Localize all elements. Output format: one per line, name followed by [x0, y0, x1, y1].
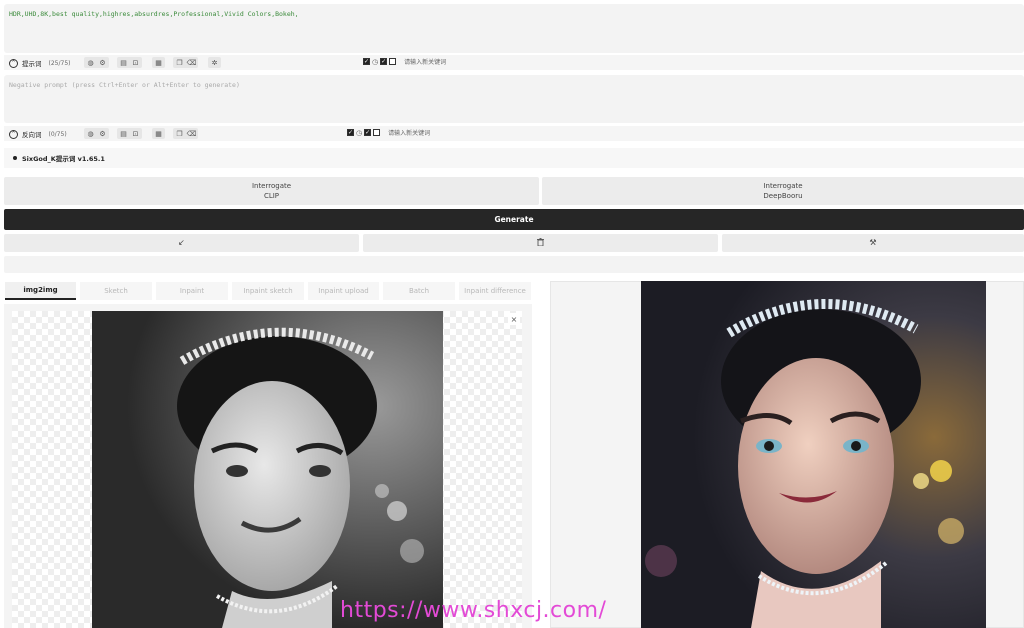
- generate-label: Generate: [494, 215, 534, 224]
- history-icon[interactable]: ▤: [118, 128, 129, 139]
- import-icon[interactable]: ⊡: [130, 128, 141, 139]
- clear-prompt-button[interactable]: [363, 234, 718, 252]
- checkbox-2[interactable]: ✓: [380, 58, 388, 65]
- trash-icon: [537, 237, 544, 249]
- collapse-icon[interactable]: ^: [9, 58, 18, 68]
- positive-toolbar-group-5: ✲: [208, 57, 221, 68]
- output-photo[interactable]: [641, 281, 986, 628]
- interrogate-deepbooru-label-2: DeepBooru: [763, 192, 803, 200]
- grid-icon[interactable]: ▦: [153, 57, 164, 68]
- close-icon: ×: [510, 314, 518, 324]
- positive-token-count: (25/75): [48, 59, 71, 67]
- extension-label: SixGod_K提示词 v1.65.1: [22, 155, 105, 163]
- magic-wand-icon: ⚒: [869, 238, 877, 247]
- negative-prompt-placeholder: Negative prompt (press Ctrl+Enter or Alt…: [9, 81, 240, 89]
- settings-icon[interactable]: ✲: [209, 57, 220, 68]
- positive-toolbar-group-2: ▤ ⊡: [117, 57, 142, 68]
- arrow-down-left-icon: ↙: [178, 238, 185, 247]
- trash-icon[interactable]: ⌫: [186, 57, 197, 68]
- positive-prompt-toolbar: ^ 提示词 (25/75) ◍ ⚙ ▤ ⊡ ▦ ❐ ⌫ ✲ ✓ ◷ ✓ 请输入新…: [4, 55, 1024, 70]
- negative-prompt-toolbar: ^ 反向词 (0/75) ◍ ⚙ ▤ ⊡ ▦ ❐ ⌫ ✓ ◷ ✓ 请输入新关键词: [4, 126, 1024, 141]
- positive-keyword-input[interactable]: 请输入新关键词: [404, 57, 446, 66]
- output-portrait-illustration: [641, 281, 986, 628]
- negative-keyword-input[interactable]: 请输入新关键词: [388, 128, 430, 137]
- gear-icon[interactable]: ⚙: [97, 128, 108, 139]
- positive-prompt-label: 提示词: [22, 60, 42, 68]
- positive-prompt-textarea[interactable]: HDR,UHD,8K,best quality,highres,absurdre…: [4, 4, 1024, 53]
- negative-keyword-area: ✓ ◷ ✓ 请输入新关键词: [347, 128, 430, 137]
- tab-inpaint-difference[interactable]: Inpaint difference: [459, 282, 531, 300]
- globe-icon[interactable]: ◍: [85, 128, 96, 139]
- checkbox-2[interactable]: ✓: [364, 129, 372, 136]
- copy-icon[interactable]: ❐: [174, 128, 185, 139]
- positive-prompt-text: HDR,UHD,8K,best quality,highres,absurdre…: [9, 10, 299, 18]
- tab-sketch[interactable]: Sketch: [80, 282, 152, 300]
- interrogate-clip-button[interactable]: Interrogate CLIP: [4, 177, 539, 205]
- positive-toolbar-group-1: ◍ ⚙: [84, 57, 109, 68]
- negative-token-count: (0/75): [48, 130, 67, 138]
- checkbox-3[interactable]: [389, 58, 397, 65]
- negative-prompt-label-row[interactable]: ^ 反向词 (0/75): [9, 129, 67, 139]
- tab-inpaint[interactable]: Inpaint: [156, 282, 228, 300]
- close-image-button[interactable]: ×: [508, 313, 520, 325]
- collapse-icon[interactable]: ^: [9, 129, 18, 139]
- negative-toolbar-group-1: ◍ ⚙: [84, 128, 109, 139]
- generate-button[interactable]: Generate: [4, 209, 1024, 230]
- positive-toolbar-group-4: ❐ ⌫: [173, 57, 198, 68]
- clock-icon[interactable]: ◷: [372, 58, 378, 66]
- positive-keyword-area: ✓ ◷ ✓ 请输入新关键词: [363, 57, 446, 66]
- interrogate-clip-label-1: Interrogate: [251, 182, 292, 190]
- tab-batch[interactable]: Batch: [383, 282, 455, 300]
- negative-toolbar-group-3: ▦: [152, 128, 165, 139]
- input-image-canvas[interactable]: ×: [12, 311, 522, 628]
- interrogate-deepbooru-button[interactable]: Interrogate DeepBooru: [542, 177, 1024, 205]
- extension-accordion[interactable]: SixGod_K提示词 v1.65.1: [4, 148, 1024, 168]
- checkbox-1[interactable]: ✓: [363, 58, 370, 65]
- input-portrait-illustration: [92, 311, 443, 628]
- positive-prompt-label-row[interactable]: ^ 提示词 (25/75): [9, 58, 70, 68]
- negative-prompt-label: 反向词: [22, 131, 42, 139]
- clock-icon[interactable]: ◷: [356, 129, 362, 137]
- history-icon[interactable]: ▤: [118, 57, 129, 68]
- interrogate-clip-label-2: CLIP: [263, 192, 280, 200]
- interrogate-deepbooru-label-1: Interrogate: [763, 182, 803, 190]
- input-photo: [92, 311, 443, 628]
- apply-styles-button[interactable]: ⚒: [722, 234, 1024, 252]
- positive-toolbar-group-3: ▦: [152, 57, 165, 68]
- checkbox-3[interactable]: [373, 129, 381, 136]
- gear-icon[interactable]: ⚙: [97, 57, 108, 68]
- bullet-icon: [13, 156, 17, 160]
- restore-prompt-button[interactable]: ↙: [4, 234, 359, 252]
- import-icon[interactable]: ⊡: [130, 57, 141, 68]
- checkbox-1[interactable]: ✓: [347, 129, 354, 136]
- copy-icon[interactable]: ❐: [174, 57, 185, 68]
- globe-icon[interactable]: ◍: [85, 57, 96, 68]
- negative-toolbar-group-4: ❐ ⌫: [173, 128, 198, 139]
- negative-prompt-textarea[interactable]: Negative prompt (press Ctrl+Enter or Alt…: [4, 75, 1024, 123]
- watermark-text: https://www.shxcj.com/: [340, 598, 607, 623]
- tab-inpaint-upload[interactable]: Inpaint upload: [308, 282, 379, 300]
- trash-icon[interactable]: ⌫: [186, 128, 197, 139]
- grid-icon[interactable]: ▦: [153, 128, 164, 139]
- negative-toolbar-group-2: ▤ ⊡: [117, 128, 142, 139]
- tab-img2img[interactable]: img2img: [5, 282, 76, 300]
- tab-inpaint-sketch[interactable]: Inpaint sketch: [232, 282, 304, 300]
- styles-dropdown[interactable]: [4, 256, 1024, 273]
